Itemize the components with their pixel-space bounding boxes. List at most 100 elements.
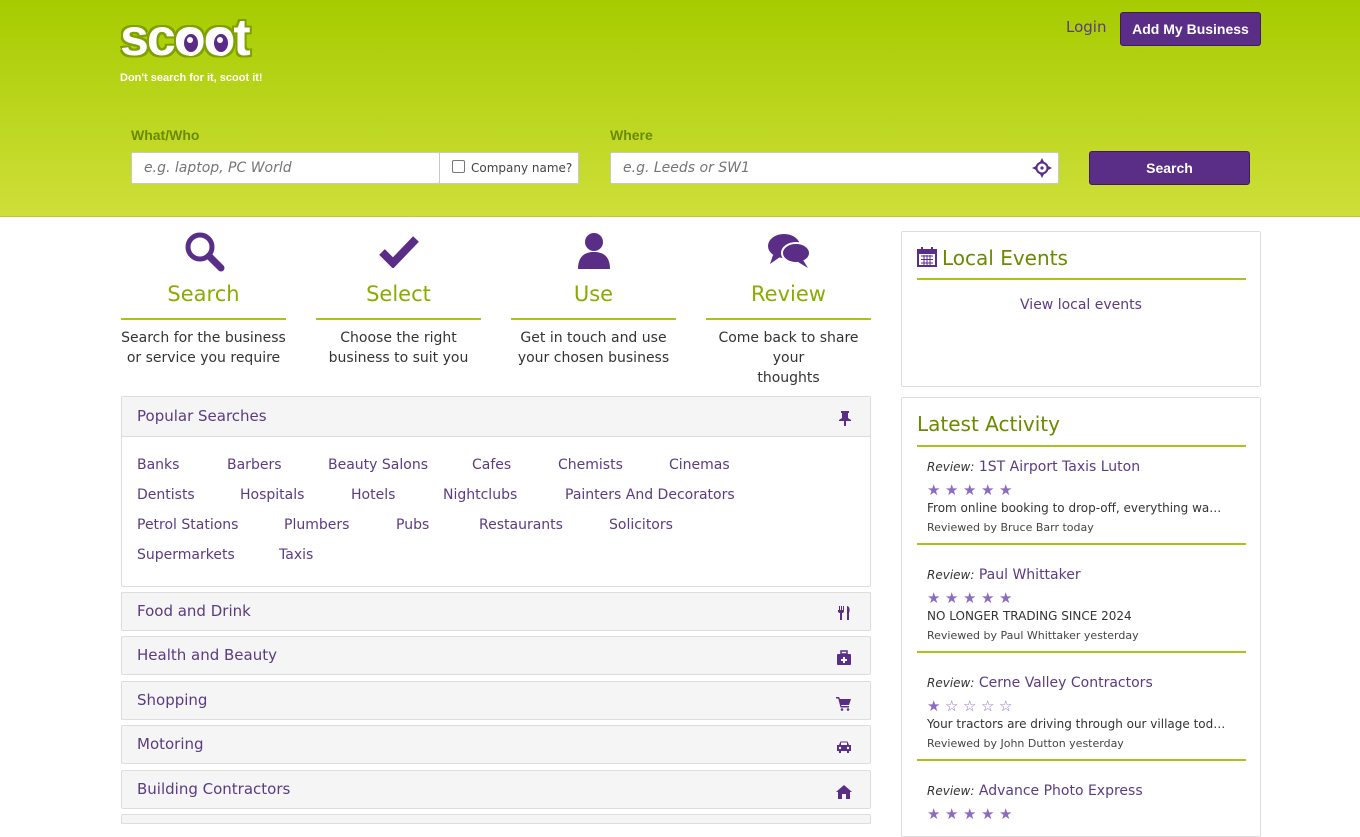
- local-events-box: Local Events View local events: [901, 231, 1261, 387]
- popular-tag-cafes[interactable]: Cafes: [472, 457, 511, 473]
- step-desc-line: Get in touch and use: [520, 330, 667, 346]
- step-desc-line: or service you require: [126, 350, 281, 366]
- popular-searches-header[interactable]: Popular Searches: [122, 397, 870, 437]
- category-food-and-drink[interactable]: Food and Drink: [121, 592, 871, 631]
- star-empty-icon: ☆: [945, 697, 959, 715]
- category-motoring[interactable]: Motoring: [121, 725, 871, 764]
- step-desc-line: thoughts: [757, 370, 820, 386]
- category-label: Building Contractors: [137, 780, 291, 798]
- popular-tag-supermarkets[interactable]: Supermarkets: [137, 547, 235, 563]
- activity-review-title: Review: 1ST Airport Taxis Luton: [917, 459, 1246, 475]
- what-who-label: What/Who: [131, 127, 200, 143]
- star-rating: ★ ★ ★ ★ ★: [917, 804, 1246, 823]
- login-link[interactable]: Login: [1066, 18, 1106, 36]
- step-description: Choose the right business to suit you: [316, 328, 481, 368]
- locate-crosshair-icon[interactable]: [1032, 158, 1052, 178]
- what-who-field[interactable]: [131, 152, 440, 184]
- logo-tagline: Don't search for it, scoot it!: [120, 72, 263, 84]
- step-review: Review Come back to share your thoughts: [706, 230, 871, 388]
- popular-tag-chemists[interactable]: Chemists: [558, 457, 623, 473]
- star-rating: ★ ★ ★ ★ ★: [917, 588, 1246, 606]
- activity-business-link[interactable]: 1ST Airport Taxis Luton: [979, 459, 1140, 475]
- step-search: Search Search for the business or servic…: [121, 230, 286, 368]
- step-desc-line: Choose the right: [340, 330, 457, 346]
- category-building-contractors[interactable]: Building Contractors: [121, 770, 871, 809]
- activity-review-title: Review: Paul Whittaker: [917, 567, 1246, 583]
- step-select: Select Choose the right business to suit…: [316, 230, 481, 368]
- star-filled-icon: ★: [981, 481, 995, 499]
- calendar-icon: [917, 247, 937, 267]
- activity-business-link[interactable]: Paul Whittaker: [979, 567, 1081, 583]
- popular-tag-nightclubs[interactable]: Nightclubs: [443, 487, 517, 503]
- category-label: Health and Beauty: [137, 646, 277, 664]
- step-title: Search: [121, 282, 286, 320]
- car-icon: [837, 741, 851, 753]
- user-icon: [511, 230, 676, 272]
- cart-icon: [836, 697, 851, 711]
- popular-tag-petrol-stations[interactable]: Petrol Stations: [137, 517, 238, 533]
- company-name-checkbox[interactable]: Company name?: [439, 152, 579, 184]
- step-desc-line: Come back to share your: [718, 330, 859, 366]
- star-filled-icon: ★: [927, 805, 941, 823]
- check-icon: [316, 230, 481, 272]
- star-filled-icon: ★: [927, 481, 941, 499]
- popular-tag-barbers[interactable]: Barbers: [227, 457, 282, 473]
- review-prefix: Review:: [927, 676, 975, 690]
- pin-icon: [839, 411, 851, 426]
- review-prefix: Review:: [927, 784, 975, 798]
- star-rating: ★ ★ ★ ★ ★: [917, 480, 1246, 499]
- step-title: Use: [511, 282, 676, 320]
- category-health-and-beauty[interactable]: Health and Beauty: [121, 636, 871, 675]
- logo-eye-icon: [180, 30, 202, 56]
- where-field[interactable]: [610, 152, 1059, 184]
- company-name-label: Company name?: [471, 161, 573, 175]
- star-filled-icon: ★: [999, 805, 1013, 823]
- scoot-logo[interactable]: scoot Don't search for it, scoot it!: [120, 8, 290, 90]
- popular-tag-plumbers[interactable]: Plumbers: [284, 517, 349, 533]
- comments-icon: [706, 230, 871, 272]
- activity-business-link[interactable]: Advance Photo Express: [979, 783, 1143, 799]
- activity-review-title: Review: Cerne Valley Contractors: [917, 675, 1246, 691]
- logo-eye-icon: [210, 30, 232, 56]
- star-filled-icon: ★: [981, 805, 995, 823]
- popular-tag-pubs[interactable]: Pubs: [396, 517, 429, 533]
- divider: [917, 445, 1246, 447]
- popular-tag-hotels[interactable]: Hotels: [351, 487, 395, 503]
- activity-item: Review: Advance Photo Express ★ ★ ★ ★ ★: [917, 783, 1246, 823]
- popular-tag-taxis[interactable]: Taxis: [279, 547, 313, 563]
- category-shopping[interactable]: Shopping: [121, 681, 871, 720]
- latest-activity-box: Latest Activity Review: 1ST Airport Taxi…: [901, 397, 1261, 837]
- search-button[interactable]: Search: [1089, 151, 1250, 185]
- star-empty-icon: ☆: [963, 697, 977, 715]
- star-filled-icon: ★: [945, 481, 959, 499]
- star-empty-icon: ☆: [999, 697, 1013, 715]
- where-input[interactable]: [611, 153, 1058, 183]
- popular-tag-restaurants[interactable]: Restaurants: [479, 517, 563, 533]
- activity-item: Review: Cerne Valley Contractors ★ ☆ ☆ ☆ ☆ Y…: [917, 675, 1246, 761]
- category-label: Food and Drink: [137, 602, 251, 620]
- popular-tag-beauty-salons[interactable]: Beauty Salons: [328, 457, 428, 473]
- popular-tag-painters-and-decorators[interactable]: Painters And Decorators: [565, 487, 735, 503]
- review-prefix: Review:: [927, 568, 975, 582]
- review-prefix: Review:: [927, 460, 975, 474]
- activity-reviewed-by: Reviewed by John Dutton yesterday: [927, 737, 1124, 750]
- add-my-business-button[interactable]: Add My Business: [1120, 12, 1261, 46]
- step-desc-line: your chosen business: [517, 350, 670, 366]
- view-local-events-link[interactable]: View local events: [902, 297, 1260, 313]
- popular-tag-dentists[interactable]: Dentists: [137, 487, 195, 503]
- category-next-partial[interactable]: [121, 814, 871, 824]
- popular-tag-banks[interactable]: Banks: [137, 457, 179, 473]
- cutlery-icon: [838, 606, 850, 620]
- step-use: Use Get in touch and use your chosen bus…: [511, 230, 676, 368]
- star-filled-icon: ★: [963, 481, 977, 499]
- checkbox-icon[interactable]: [452, 160, 465, 173]
- popular-tag-hospitals[interactable]: Hospitals: [240, 487, 304, 503]
- activity-business-link[interactable]: Cerne Valley Contractors: [979, 675, 1153, 691]
- what-who-input[interactable]: [132, 153, 439, 183]
- popular-tag-cinemas[interactable]: Cinemas: [669, 457, 730, 473]
- local-events-title: Local Events: [942, 246, 1068, 270]
- where-label: Where: [610, 127, 653, 143]
- popular-tag-solicitors[interactable]: Solicitors: [609, 517, 673, 533]
- search-icon: [121, 230, 286, 272]
- popular-searches-panel: Popular Searches Banks Barbers Beauty Sa…: [121, 396, 871, 587]
